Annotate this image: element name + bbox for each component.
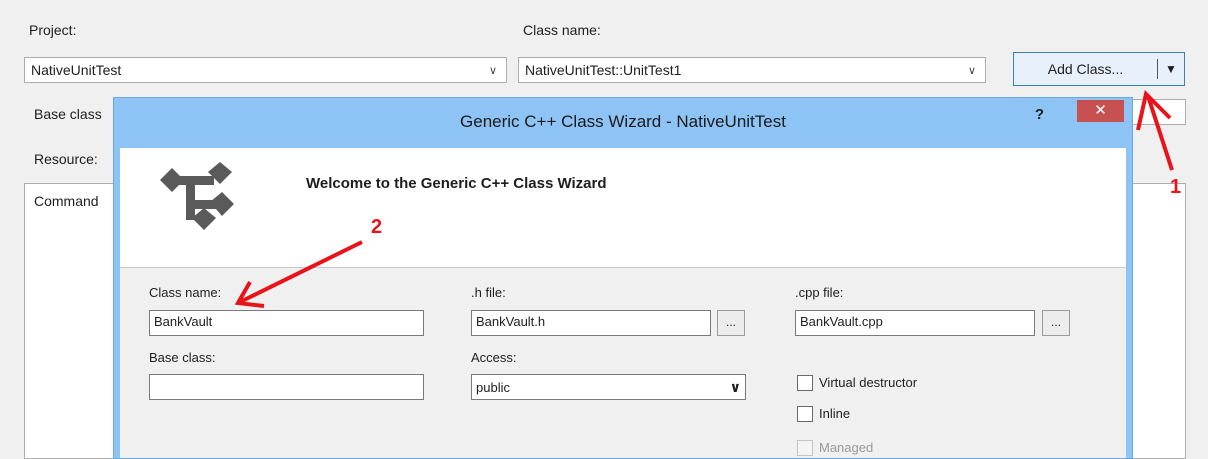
- annotation-number-1: 1: [1170, 176, 1182, 198]
- annotation-overlay: [234, 90, 1174, 308]
- annotation-arrow-2: [239, 240, 363, 304]
- annotation-number-2: 2: [371, 216, 383, 238]
